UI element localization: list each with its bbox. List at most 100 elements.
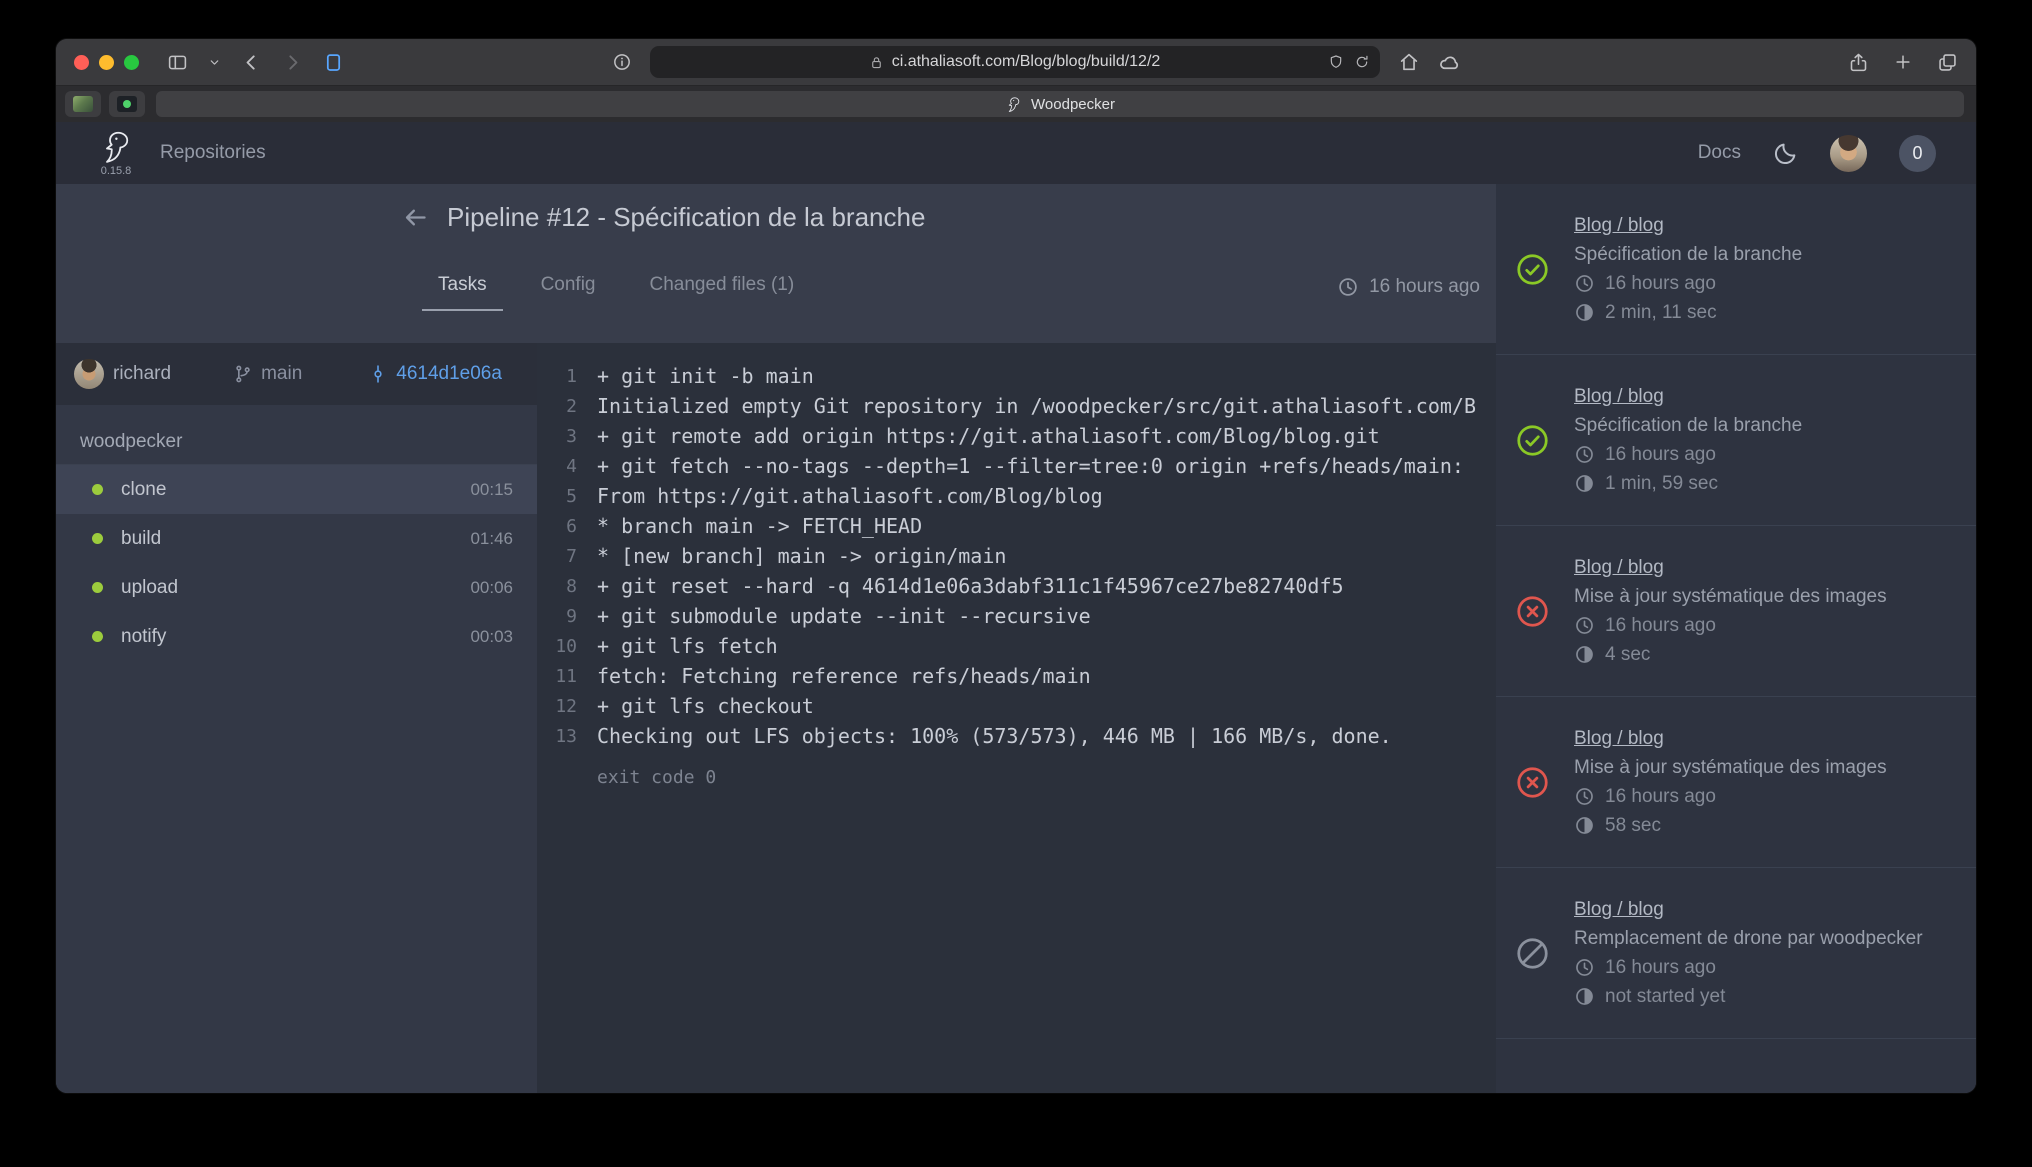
- minimize-button[interactable]: [99, 55, 114, 70]
- build-list-item[interactable]: Blog / blog: [1496, 1039, 1976, 1093]
- duration-icon: [1574, 473, 1595, 494]
- back-icon[interactable]: [241, 52, 262, 73]
- nav-repositories-link[interactable]: Repositories: [160, 142, 266, 164]
- pipeline-header: Pipeline #12 - Spécification de la branc…: [402, 202, 925, 233]
- clock-icon: [1337, 276, 1359, 298]
- log-line: 5From https://git.athaliasoft.com/Blog/b…: [537, 481, 1496, 511]
- zoom-button[interactable]: [124, 55, 139, 70]
- clock-icon: [1574, 615, 1595, 636]
- build-repo-link[interactable]: Blog / blog: [1574, 728, 1887, 750]
- new-tab-icon[interactable]: [1893, 52, 1913, 72]
- build-repo-link[interactable]: Blog / blog: [1574, 557, 1887, 579]
- app-header: 0.15.8 Repositories Docs 0: [56, 122, 1976, 184]
- commit-sha-link[interactable]: 4614d1e06a: [368, 363, 502, 385]
- app-body: Pipeline #12 - Spécification de la branc…: [56, 184, 1976, 1093]
- step-status-dot: [92, 484, 103, 495]
- log-line: 6* branch main -> FETCH_HEAD: [537, 511, 1496, 541]
- log-line: 10+ git lfs fetch: [537, 631, 1496, 661]
- duration-icon: [1574, 302, 1595, 323]
- commit-branch: main: [261, 363, 302, 385]
- step-notify[interactable]: notify 00:03: [56, 612, 537, 661]
- log-line: 2Initialized empty Git repository in /wo…: [537, 391, 1496, 421]
- exit-code: exit code 0: [597, 767, 1496, 788]
- clock-icon: [1574, 273, 1595, 294]
- log-line: 8+ git reset --hard -q 4614d1e06a3dabf31…: [537, 571, 1496, 601]
- share-icon[interactable]: [1848, 52, 1869, 73]
- clock-icon: [1574, 957, 1595, 978]
- build-message: Mise à jour systématique des images: [1574, 586, 1887, 608]
- step-status-dot: [92, 631, 103, 642]
- log-line: 12+ git lfs checkout: [537, 691, 1496, 721]
- steps-panel: richard main 4614d1e06a woodpecker clone…: [56, 343, 537, 1093]
- pipeline-time-ago: 16 hours ago: [1337, 276, 1480, 298]
- browser-toolbar: ci.athaliasoft.com/Blog/blog/build/12/2: [56, 39, 1976, 85]
- log-line: 3+ git remote add origin https://git.ath…: [537, 421, 1496, 451]
- commit-icon: [368, 364, 388, 384]
- tab-tasks[interactable]: Tasks: [422, 274, 503, 311]
- status-success-icon: [1516, 424, 1549, 457]
- step-status-dot: [92, 582, 103, 593]
- log-line: 13Checking out LFS objects: 100% (573/57…: [537, 721, 1496, 751]
- pinned-tab-2-favicon: [117, 96, 137, 112]
- status-failure-icon: [1516, 766, 1549, 799]
- theme-toggle-moon-icon[interactable]: [1773, 141, 1798, 166]
- step-clone[interactable]: clone 00:15: [56, 465, 537, 514]
- sidebar-toggle-icon[interactable]: [167, 52, 188, 73]
- duration-icon: [1574, 986, 1595, 1007]
- build-repo-link[interactable]: Blog / blog: [1574, 215, 1802, 237]
- chevron-down-icon[interactable]: [208, 56, 221, 69]
- build-list-item[interactable]: Blog / blog Spécification de la branche …: [1496, 355, 1976, 526]
- close-button[interactable]: [74, 55, 89, 70]
- browser-tab-woodpecker[interactable]: Woodpecker: [156, 91, 1964, 117]
- step-status-dot: [92, 533, 103, 544]
- build-message: Spécification de la branche: [1574, 415, 1802, 437]
- woodpecker-favicon: [1005, 96, 1022, 113]
- clock-icon: [1574, 444, 1595, 465]
- back-arrow-icon[interactable]: [402, 204, 429, 231]
- forward-icon[interactable]: [282, 52, 303, 73]
- build-list-item[interactable]: Blog / blog Mise à jour systématique des…: [1496, 526, 1976, 697]
- duration-icon: [1574, 644, 1595, 665]
- log-output: 1+ git init -b main 2Initialized empty G…: [537, 343, 1496, 1093]
- step-build[interactable]: build 01:46: [56, 514, 537, 563]
- pipeline-tabs: Tasks Config Changed files (1): [422, 274, 810, 311]
- woodpecker-logo[interactable]: 0.15.8: [98, 129, 134, 177]
- commit-author: richard: [113, 363, 171, 385]
- app-version: 0.15.8: [101, 165, 132, 177]
- log-line: 4+ git fetch --no-tags --depth=1 --filte…: [537, 451, 1496, 481]
- step-upload[interactable]: upload 00:06: [56, 563, 537, 612]
- log-line: 1+ git init -b main: [537, 361, 1496, 391]
- build-list-item[interactable]: Blog / blog Spécification de la branche …: [1496, 184, 1976, 355]
- build-repo-link[interactable]: Blog / blog: [1574, 899, 1923, 921]
- notification-badge[interactable]: 0: [1899, 135, 1936, 172]
- pinned-tab-1[interactable]: [65, 91, 101, 117]
- url-text: ci.athaliasoft.com/Blog/blog/build/12/2: [892, 53, 1161, 71]
- build-list-item[interactable]: Blog / blog Remplacement de drone par wo…: [1496, 868, 1976, 1039]
- log-line: 7* [new branch] main -> origin/main: [537, 541, 1496, 571]
- privacy-report-icon[interactable]: [1328, 54, 1344, 70]
- user-avatar[interactable]: [1830, 135, 1867, 172]
- reload-icon[interactable]: [1354, 54, 1370, 70]
- build-message: Remplacement de drone par woodpecker: [1574, 928, 1923, 950]
- build-repo-link[interactable]: Blog / blog: [1574, 386, 1802, 408]
- nav-docs-link[interactable]: Docs: [1698, 142, 1741, 164]
- clock-icon: [1574, 786, 1595, 807]
- tab-group-icon[interactable]: [323, 52, 344, 73]
- pinned-tab-1-favicon: [73, 96, 93, 112]
- commit-bar: richard main 4614d1e06a: [56, 343, 537, 405]
- log-line: 9+ git submodule update --init --recursi…: [537, 601, 1496, 631]
- build-message: Mise à jour systématique des images: [1574, 757, 1887, 779]
- page-info-icon[interactable]: [612, 52, 632, 72]
- tab-overview-icon[interactable]: [1937, 52, 1958, 73]
- pipeline-title: Pipeline #12 - Spécification de la branc…: [447, 202, 925, 233]
- url-bar[interactable]: ci.athaliasoft.com/Blog/blog/build/12/2: [650, 46, 1380, 78]
- tab-changed-files[interactable]: Changed files (1): [634, 274, 811, 311]
- browser-tab-strip: Woodpecker: [56, 85, 1976, 122]
- pinned-tab-2[interactable]: [109, 91, 145, 117]
- home-icon[interactable]: [1398, 51, 1420, 73]
- traffic-lights: [74, 55, 139, 70]
- tab-title: Woodpecker: [1031, 96, 1115, 113]
- tab-config[interactable]: Config: [525, 274, 612, 311]
- build-list-item[interactable]: Blog / blog Mise à jour systématique des…: [1496, 697, 1976, 868]
- cloud-tabs-icon[interactable]: [1438, 51, 1461, 74]
